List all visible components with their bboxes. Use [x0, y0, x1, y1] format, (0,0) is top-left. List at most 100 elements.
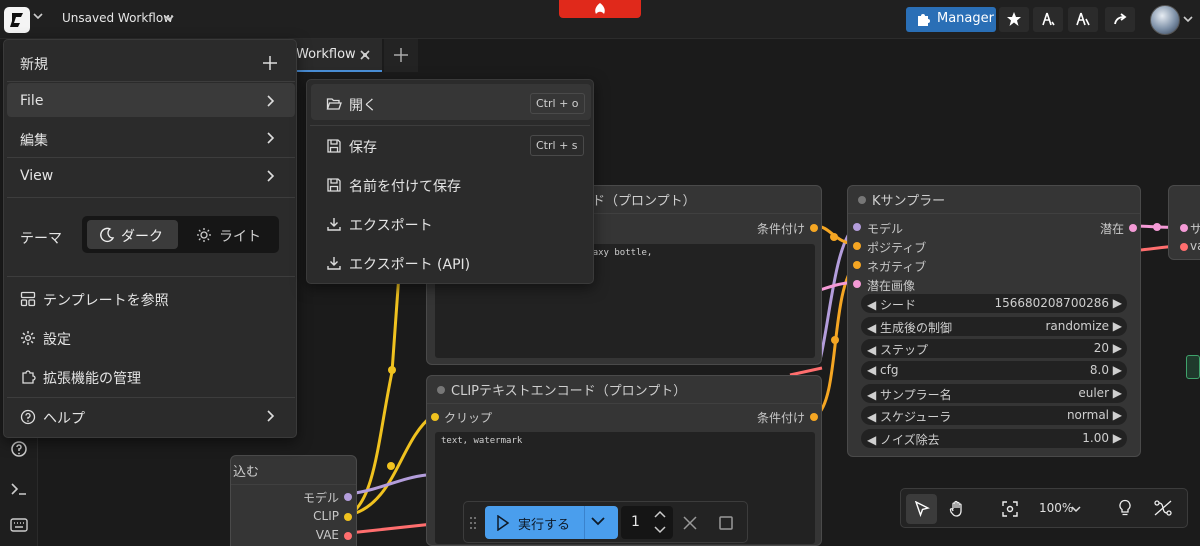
sampler-name-widget[interactable]: ◀ サンプラー名 euler ▶: [861, 384, 1127, 403]
fit-view-icon[interactable]: [1001, 500, 1019, 518]
cfg-widget[interactable]: ◀ cfg 8.0 ▶: [861, 361, 1127, 380]
manager-button[interactable]: Manager: [906, 7, 996, 32]
output-clip-label: CLIP: [313, 509, 339, 523]
user-avatar[interactable]: [1150, 5, 1180, 35]
input-positive-label: ポジティブ: [867, 241, 927, 255]
flame-icon: [595, 3, 605, 14]
top-bar: Unsaved Workflow Manager: [0, 0, 1200, 39]
canvas-toolbar: 100%: [900, 488, 1188, 528]
star-button[interactable]: [999, 7, 1029, 32]
node-title: Kサンプラー: [858, 190, 945, 209]
steps-widget[interactable]: ◀ ステップ 20 ▶: [861, 339, 1127, 358]
output-latent-pin[interactable]: [1129, 224, 1137, 232]
ksampler-node[interactable]: Kサンプラー モデル ポジティブ ネガティブ 潜在画像 潜在 ◀ シード 1566…: [847, 185, 1141, 457]
menu-item-edit[interactable]: 編集: [4, 120, 296, 156]
chevron-down-icon[interactable]: [1071, 505, 1081, 513]
menu-item-settings[interactable]: 設定: [4, 319, 296, 355]
input-negative-pin[interactable]: [853, 261, 861, 269]
close-icon[interactable]: [682, 515, 698, 531]
lightbulb-icon[interactable]: [1117, 499, 1133, 517]
stop-icon[interactable]: [718, 515, 734, 531]
denoise-widget[interactable]: ◀ ノイズ除去 1.00 ▶: [861, 429, 1127, 448]
scheduler-widget[interactable]: ◀ スケジューラ normal ▶: [861, 406, 1127, 425]
menu-item-help[interactable]: ヘルプ: [4, 398, 296, 434]
cursor-icon: [914, 501, 930, 517]
workflow-title[interactable]: Unsaved Workflow: [62, 11, 173, 25]
input-samples-label: サ: [1190, 222, 1200, 236]
input-positive-pin[interactable]: [853, 242, 861, 250]
input-latent-pin[interactable]: [853, 280, 861, 288]
output-conditioning-pin[interactable]: [810, 413, 818, 421]
output-latent-label: 潜在: [1099, 222, 1124, 236]
input-model-pin[interactable]: [853, 223, 861, 231]
menu-item-new[interactable]: 新規: [4, 44, 296, 80]
input-clip-pin[interactable]: [431, 413, 439, 421]
hand-icon[interactable]: [948, 500, 966, 518]
close-icon[interactable]: [359, 49, 371, 61]
output-model-label: モデル: [302, 491, 339, 505]
chevron-down-icon[interactable]: [1183, 15, 1193, 23]
menu-item-browse-templates[interactable]: テンプレートを参照: [4, 280, 296, 316]
share-button[interactable]: [1105, 7, 1135, 32]
seed-widget[interactable]: ◀ シード 156680208700286 ▶: [861, 294, 1127, 313]
terminal-icon[interactable]: [10, 480, 28, 498]
puzzle-icon: [918, 14, 930, 26]
checkpoint-loader-node[interactable]: 込む モデル CLIP VAE: [230, 455, 357, 546]
control-after-generate-widget[interactable]: ◀ 生成後の制御 randomize ▶: [861, 317, 1127, 336]
node-library-alt-button[interactable]: [1068, 7, 1098, 32]
output-conditioning-pin[interactable]: [810, 224, 818, 232]
save-icon: [327, 139, 341, 153]
comfy-logo-icon: [10, 13, 23, 27]
output-vae-label: VAE: [315, 528, 339, 542]
menu-item-export[interactable]: エクスポート: [307, 206, 593, 242]
star-icon: [1007, 12, 1021, 26]
run-button[interactable]: 実行する: [485, 506, 618, 539]
input-vae-label: va: [1190, 239, 1200, 253]
new-tab-button[interactable]: [384, 39, 418, 72]
chevron-up-icon[interactable]: [654, 510, 666, 518]
menu-item-view[interactable]: View: [4, 158, 296, 194]
chevron-down-icon[interactable]: [164, 14, 174, 22]
chevron-down-icon[interactable]: [591, 516, 605, 526]
menu-item-open[interactable]: 開く Ctrl + o: [307, 86, 593, 122]
output-model-pin[interactable]: [344, 493, 352, 501]
menu-item-extensions[interactable]: 拡張機能の管理: [4, 358, 296, 394]
help-circle-icon[interactable]: [10, 440, 28, 458]
download-icon: [327, 257, 341, 270]
chevron-down-icon[interactable]: [654, 526, 666, 534]
app-logo[interactable]: [4, 7, 30, 33]
drag-handle-icon[interactable]: [469, 516, 477, 530]
node-library-icon: [1042, 12, 1055, 26]
theme-dark-button[interactable]: ダーク: [87, 220, 178, 249]
download-icon: [327, 218, 341, 231]
comfy-cloud-tab[interactable]: [559, 0, 641, 18]
output-clip-pin[interactable]: [344, 513, 352, 521]
menu-item-export-api[interactable]: エクスポート (API): [307, 245, 593, 281]
chevron-right-icon: [267, 95, 275, 107]
output-conditioning-label: 条件付け: [756, 222, 805, 236]
chevron-right-icon: [267, 132, 275, 144]
node-library-button[interactable]: [1033, 7, 1063, 32]
node-title: ド（プロンプト）: [592, 194, 696, 209]
keyboard-icon[interactable]: [10, 517, 28, 533]
input-negative-label: ネガティブ: [867, 260, 927, 274]
side-panel-toggle[interactable]: [1186, 355, 1200, 379]
links-toggle-icon[interactable]: [1153, 499, 1173, 517]
input-vae-pin[interactable]: [1180, 243, 1188, 251]
vae-decode-node[interactable]: サ va: [1168, 185, 1200, 260]
output-vae-pin[interactable]: [344, 532, 352, 540]
gear-icon: [21, 331, 35, 345]
zoom-level[interactable]: 100%: [1039, 501, 1073, 515]
input-samples-pin[interactable]: [1180, 224, 1188, 232]
chevron-down-icon[interactable]: [33, 12, 43, 20]
batch-count-input[interactable]: 1: [621, 506, 673, 539]
select-tool-button[interactable]: [906, 494, 937, 524]
chevron-right-icon: [267, 170, 275, 182]
file-submenu: 開く Ctrl + o 保存 Ctrl + s 名前を付けて保存 エクスポート …: [306, 79, 594, 284]
menu-item-save[interactable]: 保存 Ctrl + s: [307, 128, 593, 164]
menu-item-file[interactable]: File: [4, 83, 296, 119]
menu-item-save-as[interactable]: 名前を付けて保存: [307, 167, 593, 203]
moon-icon: [100, 227, 115, 243]
run-toolbar: 実行する 1: [463, 501, 748, 543]
theme-light-button[interactable]: ライト: [192, 220, 277, 249]
